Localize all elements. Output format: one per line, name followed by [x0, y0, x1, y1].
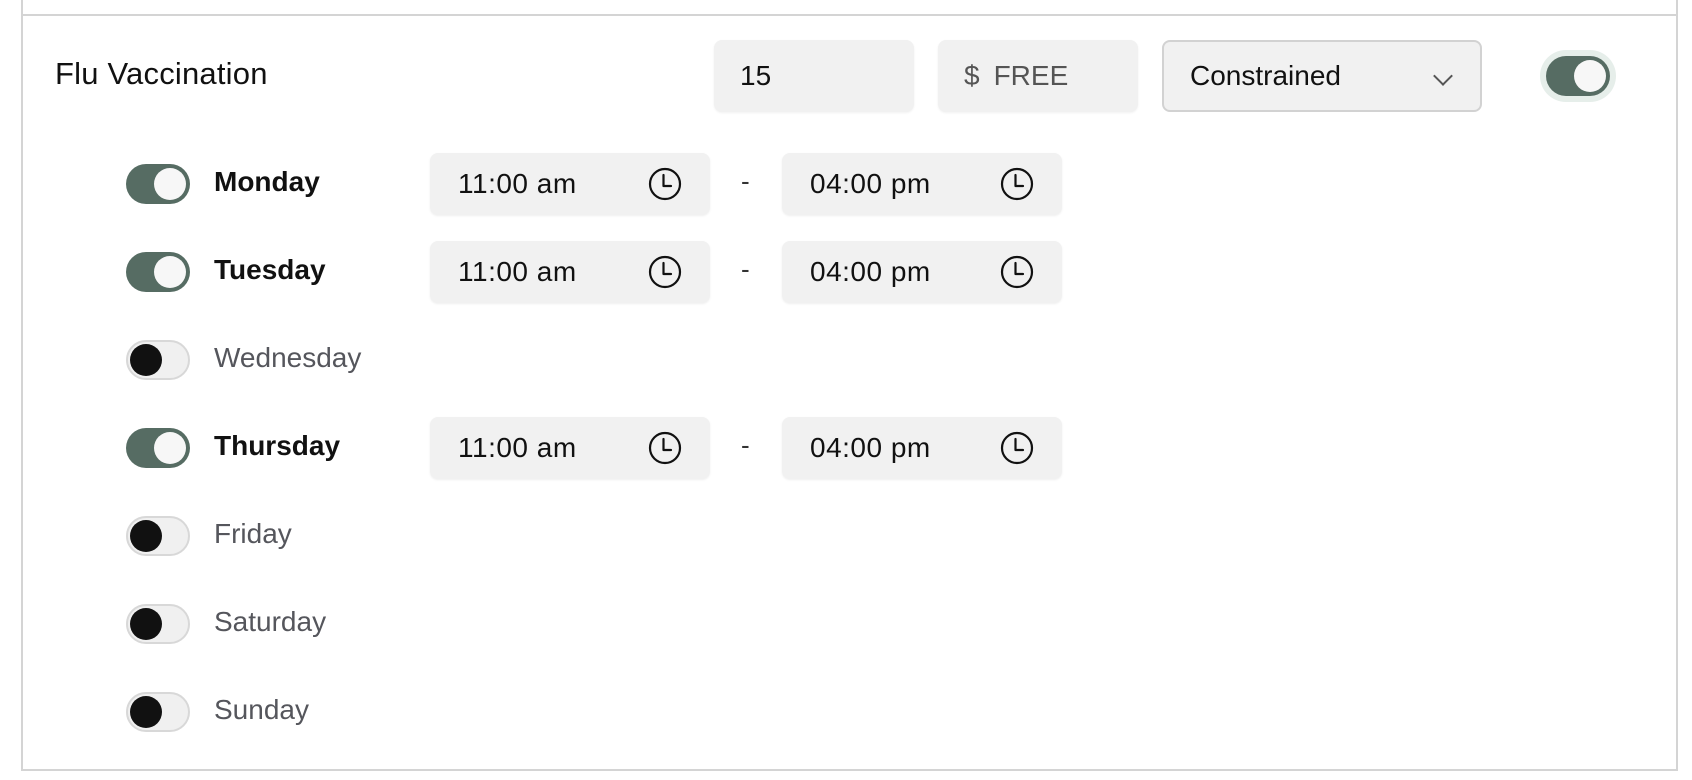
tuesday-start-time-input[interactable]: 11:00 am — [430, 241, 710, 303]
service-title: Flu Vaccination — [55, 56, 268, 91]
monday-end-time-input[interactable]: 04:00 pm — [782, 153, 1062, 215]
time-range-separator: - — [741, 166, 750, 196]
mode-selected-value: Constrained — [1190, 60, 1341, 91]
toggle-knob — [1574, 60, 1606, 92]
thursday-start-time-input[interactable]: 11:00 am — [430, 417, 710, 479]
day-toggle-thursday[interactable] — [126, 428, 190, 468]
clock-icon[interactable] — [1000, 431, 1034, 465]
end-time-value: 04:00 pm — [810, 432, 931, 463]
toggle-knob — [130, 608, 162, 640]
quantity-value: 15 — [740, 60, 772, 91]
day-label-saturday: Saturday — [214, 606, 327, 637]
day-toggle-monday[interactable] — [126, 164, 190, 204]
monday-start-time-input[interactable]: 11:00 am — [430, 153, 710, 215]
toggle-knob — [154, 432, 186, 464]
outer-border-right — [1676, 0, 1678, 14]
clock-icon[interactable] — [1000, 167, 1034, 201]
toggle-knob — [130, 696, 162, 728]
day-label-tuesday: Tuesday — [214, 254, 326, 285]
start-time-value: 11:00 am — [458, 432, 577, 463]
day-label-thursday: Thursday — [214, 430, 341, 461]
clock-icon[interactable] — [648, 167, 682, 201]
quantity-input[interactable]: 15 — [714, 40, 914, 112]
day-label-monday: Monday — [214, 166, 320, 197]
panel-divider — [21, 769, 1678, 771]
price-value: FREE — [993, 60, 1069, 91]
currency-symbol: $ — [964, 60, 980, 91]
toggle-knob — [130, 344, 162, 376]
toggle-knob — [130, 520, 162, 552]
clock-icon[interactable] — [648, 431, 682, 465]
day-label-sunday: Sunday — [214, 694, 309, 725]
start-time-value: 11:00 am — [458, 168, 577, 199]
service-panel — [21, 14, 1678, 769]
service-enabled-toggle[interactable] — [1546, 56, 1610, 96]
day-label-wednesday: Wednesday — [214, 342, 362, 373]
end-time-value: 04:00 pm — [810, 168, 931, 199]
day-toggle-sunday[interactable] — [126, 692, 190, 732]
toggle-knob — [154, 168, 186, 200]
day-toggle-saturday[interactable] — [126, 604, 190, 644]
day-toggle-wednesday[interactable] — [126, 340, 190, 380]
outer-border-left — [21, 0, 23, 14]
clock-icon[interactable] — [1000, 255, 1034, 289]
end-time-value: 04:00 pm — [810, 256, 931, 287]
mode-select[interactable]: Constrained — [1162, 40, 1482, 112]
clock-icon[interactable] — [648, 255, 682, 289]
day-toggle-friday[interactable] — [126, 516, 190, 556]
start-time-value: 11:00 am — [458, 256, 577, 287]
day-label-friday: Friday — [214, 518, 292, 549]
thursday-end-time-input[interactable]: 04:00 pm — [782, 417, 1062, 479]
tuesday-end-time-input[interactable]: 04:00 pm — [782, 241, 1062, 303]
day-toggle-tuesday[interactable] — [126, 252, 190, 292]
toggle-knob — [154, 256, 186, 288]
time-range-separator: - — [741, 254, 750, 284]
chevron-down-icon — [1433, 66, 1453, 86]
time-range-separator: - — [741, 430, 750, 460]
price-input[interactable]: $ FREE — [938, 40, 1138, 112]
